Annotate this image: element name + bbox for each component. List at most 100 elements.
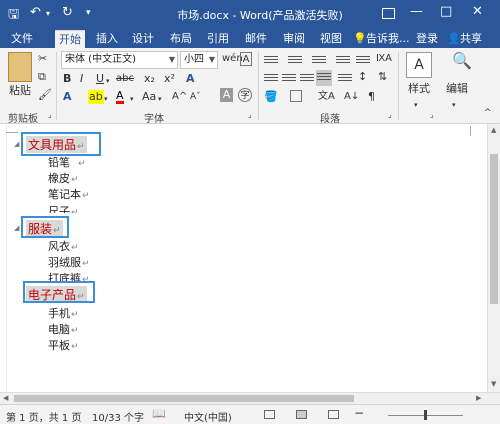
align-center-icon[interactable]: [282, 72, 296, 84]
font-color-dropdown-icon[interactable]: ▾: [130, 92, 134, 106]
asian-layout-icon[interactable]: ⅨA: [376, 52, 392, 66]
numbering-icon[interactable]: [288, 54, 302, 66]
scroll-thumb[interactable]: [14, 395, 354, 402]
styles-gallery-icon[interactable]: A: [406, 52, 432, 78]
list-item[interactable]: 打底裤↵: [48, 270, 90, 281]
copy-icon[interactable]: ⧉: [38, 70, 46, 84]
strikethrough-button[interactable]: abc: [116, 72, 134, 86]
scroll-down-icon[interactable]: ▼: [491, 380, 496, 388]
underline-dropdown-icon[interactable]: ▾: [106, 74, 110, 88]
tell-me-box[interactable]: 告诉我...: [366, 30, 410, 48]
align-right-icon[interactable]: [300, 72, 314, 84]
undo-icon[interactable]: ↶: [30, 5, 41, 20]
format-painter-icon[interactable]: 🖌: [38, 88, 52, 102]
font-size-select[interactable]: 小四 ▼: [180, 51, 218, 69]
chevron-down-icon[interactable]: ▾: [414, 98, 418, 112]
list-item[interactable]: 羽绒服↵: [48, 254, 90, 270]
show-marks-icon[interactable]: ¶: [368, 90, 375, 104]
page-count[interactable]: 第 1 页，共 1 页: [6, 409, 81, 424]
list-item[interactable]: 笔记本↵: [48, 186, 90, 202]
minimize-button[interactable]: —: [410, 4, 423, 19]
vertical-scrollbar[interactable]: ▲ ▼: [487, 124, 500, 392]
shading-icon[interactable]: 🪣: [264, 90, 278, 104]
proofing-icon[interactable]: 📖: [152, 407, 166, 420]
close-button[interactable]: ✕: [472, 4, 483, 19]
web-layout-icon[interactable]: [328, 410, 339, 419]
tab-layout[interactable]: 布局: [166, 30, 196, 48]
styles-button[interactable]: 样式: [404, 82, 434, 96]
line-spacing-icon[interactable]: ↕: [358, 70, 367, 84]
scroll-left-icon[interactable]: ◀: [3, 394, 8, 402]
align-left-icon[interactable]: [264, 72, 278, 84]
list-item[interactable]: 铅笔 ↵: [48, 154, 86, 170]
collapse-triangle-icon[interactable]: ◢: [14, 224, 19, 232]
bullets-icon[interactable]: [264, 54, 278, 66]
justify-icon[interactable]: [316, 70, 332, 86]
italic-button[interactable]: I: [80, 72, 83, 86]
list-item[interactable]: 平板↵: [48, 337, 79, 353]
horizontal-scrollbar[interactable]: ◀ ▶: [0, 392, 500, 404]
distributed-icon[interactable]: [338, 72, 352, 84]
customize-quick-access-icon[interactable]: ▾: [86, 8, 91, 18]
borders-icon[interactable]: [290, 90, 302, 102]
print-layout-icon[interactable]: [296, 410, 307, 419]
paragraph-launcher-icon[interactable]: ⌟: [388, 110, 392, 119]
multilevel-list-icon[interactable]: [312, 54, 326, 66]
undo-dropdown-icon[interactable]: ▾: [46, 9, 50, 18]
text-effects-icon[interactable]: A: [63, 90, 72, 104]
font-name-select[interactable]: 宋体 (中文正文) ▼: [61, 51, 178, 69]
chevron-down-icon[interactable]: ▾: [452, 98, 456, 112]
collapse-triangle-icon[interactable]: ◢: [14, 140, 19, 148]
scroll-right-icon[interactable]: ▶: [476, 394, 481, 402]
save-icon[interactable]: 🖫: [8, 5, 19, 27]
redo-icon[interactable]: ↻: [62, 5, 73, 20]
underline-button[interactable]: U: [96, 72, 104, 86]
change-case-dropdown-icon[interactable]: ▾: [158, 92, 162, 106]
char-border-icon[interactable]: A: [240, 52, 252, 66]
tab-view[interactable]: 视图: [316, 30, 346, 48]
list-item[interactable]: 尺子↵: [48, 203, 79, 213]
change-case-button[interactable]: Aa: [142, 90, 156, 104]
text-effects-icon[interactable]: A: [186, 72, 195, 86]
zoom-out-button[interactable]: −: [354, 406, 364, 420]
bold-button[interactable]: B: [63, 72, 71, 86]
tab-review[interactable]: 审阅: [279, 30, 309, 48]
collapse-ribbon-icon[interactable]: ^: [484, 106, 492, 120]
increase-indent-icon[interactable]: [356, 54, 370, 66]
read-mode-icon[interactable]: [264, 410, 275, 419]
cut-icon[interactable]: ✂: [38, 52, 47, 66]
font-launcher-icon[interactable]: ⌟: [248, 110, 252, 119]
paste-button[interactable]: 粘贴: [6, 84, 34, 98]
tab-design[interactable]: 设计: [128, 30, 158, 48]
subscript-button[interactable]: x₂: [144, 72, 155, 86]
share-button[interactable]: 共享: [460, 30, 492, 48]
tab-insert[interactable]: 插入: [92, 30, 122, 48]
styles-launcher-icon[interactable]: ⌟: [430, 110, 434, 119]
tab-references[interactable]: 引用: [203, 30, 233, 48]
grow-font-icon[interactable]: A^: [172, 90, 187, 104]
tab-file[interactable]: 文件: [6, 30, 38, 48]
superscript-button[interactable]: x²: [164, 72, 175, 86]
editing-button[interactable]: 编辑: [442, 82, 472, 96]
ribbon-display-icon[interactable]: [382, 8, 395, 19]
document-area[interactable]: ◢ 文具用品↵ 铅笔 ↵ 橡皮↵ 笔记本↵ 尺子↵ ◢ 服装↵ 风衣↵ 羽绒服↵ …: [0, 124, 487, 392]
zoom-slider-knob[interactable]: [424, 410, 427, 420]
list-item[interactable]: 手机↵: [48, 305, 79, 321]
language-indicator[interactable]: 中文(中国): [184, 409, 232, 424]
maximize-button[interactable]: □: [440, 4, 452, 19]
list-item[interactable]: 橡皮↵: [48, 170, 79, 186]
tab-mailings[interactable]: 邮件: [241, 30, 271, 48]
clipboard-launcher-icon[interactable]: ⌟: [48, 110, 52, 119]
clipboard-icon[interactable]: [8, 52, 32, 82]
sort-az-icon[interactable]: A↓: [344, 90, 359, 104]
tab-home[interactable]: 开始: [55, 30, 85, 48]
highlight-icon[interactable]: ab: [88, 90, 104, 104]
signin-link[interactable]: 登录: [413, 30, 441, 48]
chinese-layout-icon[interactable]: 文A: [318, 90, 335, 104]
enclose-char-icon[interactable]: 字: [238, 88, 252, 102]
scroll-up-icon[interactable]: ▲: [491, 126, 496, 134]
magnifier-icon[interactable]: 🔍: [452, 53, 472, 69]
scroll-thumb[interactable]: [490, 154, 498, 304]
decrease-indent-icon[interactable]: [336, 54, 350, 66]
list-item[interactable]: 电脑↵: [48, 321, 79, 337]
